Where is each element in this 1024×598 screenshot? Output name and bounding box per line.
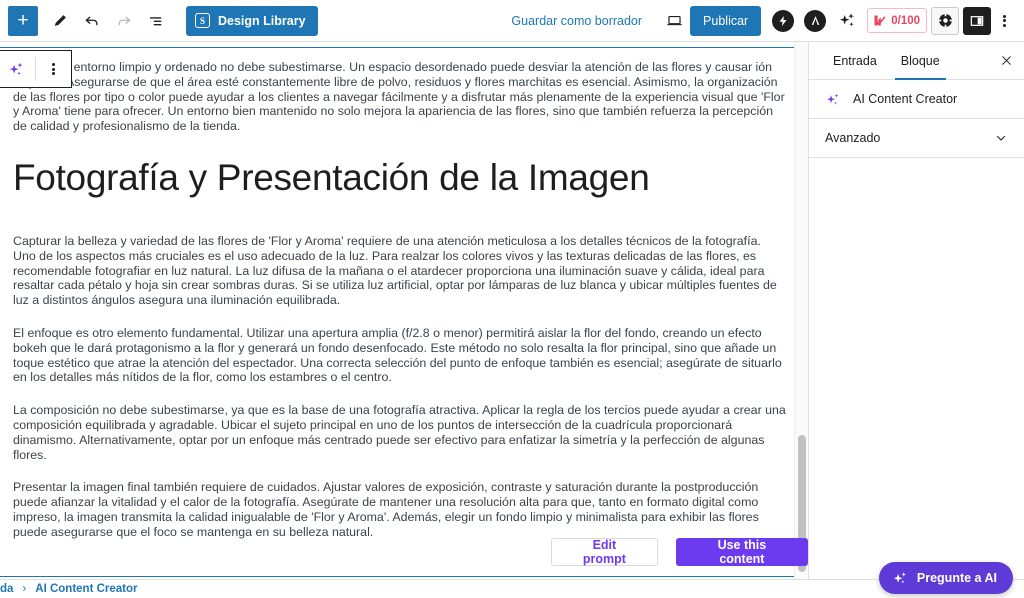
toggle-sidebar-button[interactable] <box>963 6 991 35</box>
tools-pencil-button[interactable] <box>44 5 76 37</box>
design-library-badge: S <box>195 13 210 28</box>
breadcrumb-item-1[interactable]: da <box>0 583 13 595</box>
tab-bloque[interactable]: Bloque <box>889 42 952 80</box>
editor-scrollbar[interactable] <box>794 42 808 579</box>
paragraph-focus[interactable]: El enfoque es otro elemento fundamental.… <box>13 326 787 385</box>
astra-button[interactable] <box>799 5 831 37</box>
add-block-button[interactable]: + <box>8 5 38 36</box>
astra-circle-icon <box>804 9 827 32</box>
edit-prompt-button[interactable]: Edit prompt <box>551 538 658 566</box>
editor-top-toolbar: + S Design Library Guardar como borrador… <box>0 0 1024 42</box>
save-draft-link[interactable]: Guardar como borrador <box>511 14 642 28</box>
settings-button[interactable] <box>931 6 959 35</box>
block-ai-icon-button[interactable] <box>0 51 35 87</box>
design-library-label: Design Library <box>218 13 306 28</box>
publish-button[interactable]: Publicar <box>690 5 762 36</box>
more-options-button[interactable] <box>991 6 1017 36</box>
kebab-icon <box>51 62 55 77</box>
paragraph-composition[interactable]: La composición no debe subestimarse, ya … <box>13 403 787 462</box>
pencil-icon <box>54 15 66 26</box>
ask-ai-label: Pregunte a AI <box>916 571 997 585</box>
gear-icon <box>937 13 953 28</box>
seo-check-icon <box>874 15 886 26</box>
sidebar-tabs: Entrada Bloque <box>809 42 1024 80</box>
block-more-options-button[interactable] <box>36 51 72 87</box>
undo-button[interactable] <box>76 5 108 37</box>
close-sidebar-button[interactable] <box>988 42 1024 79</box>
sparkles-icon <box>893 571 906 583</box>
list-view-button[interactable] <box>140 5 172 37</box>
seo-score-badge[interactable]: 0/100 <box>867 8 927 33</box>
redo-icon <box>118 16 131 25</box>
sidebar-advanced-panel[interactable]: Avanzado <box>809 119 1024 158</box>
toolbar-left-group: + S Design Library <box>0 5 318 37</box>
ask-ai-button[interactable]: Pregunte a AI <box>878 562 1013 594</box>
sparkles-icon <box>827 93 839 105</box>
editor-canvas: ncia de un entorno limpio y ordenado no … <box>0 42 808 579</box>
list-view-icon <box>150 16 162 25</box>
block-floating-toolbar <box>0 50 72 88</box>
design-library-button[interactable]: S Design Library <box>186 5 318 36</box>
sparkles-icon <box>9 62 23 75</box>
seo-score-value: 0/100 <box>891 14 920 27</box>
sidebar-panel-icon <box>970 15 984 26</box>
paragraph-presentation[interactable]: Presentar la imagen final también requie… <box>13 480 787 539</box>
ai-content-block[interactable]: ncia de un entorno limpio y ordenado no … <box>0 47 804 577</box>
lightning-circle-icon <box>772 9 795 32</box>
sparkles-icon <box>839 13 854 27</box>
block-content: ncia de un entorno limpio y ordenado no … <box>0 48 803 540</box>
page-heading[interactable]: Fotografía y Presentación de la Imagen <box>13 156 787 200</box>
preview-button[interactable] <box>658 5 690 37</box>
ai-block-actions: Edit prompt Use this content <box>551 538 808 566</box>
ai-sparkle-button[interactable] <box>831 5 863 37</box>
kebab-icon <box>1002 13 1006 28</box>
breadcrumb-item-2[interactable]: AI Content Creator <box>35 583 137 595</box>
close-icon <box>1001 56 1011 65</box>
tab-entrada[interactable]: Entrada <box>821 42 889 79</box>
breadcrumb-bar: da › AI Content Creator <box>0 579 1024 598</box>
sidebar-block-name: AI Content Creator <box>853 92 958 106</box>
settings-sidebar: Entrada Bloque AI Content Creator Avanza… <box>808 42 1024 579</box>
sidebar-advanced-label: Avanzado <box>825 131 881 145</box>
sidebar-block-name-row[interactable]: AI Content Creator <box>809 80 1024 119</box>
toolbar-right-group: Guardar como borrador Publicar 0/100 <box>511 5 1024 37</box>
chevron-down-icon <box>996 136 1006 141</box>
editor-page: + S Design Library Guardar como borrador… <box>0 0 1024 598</box>
undo-icon <box>85 16 98 25</box>
laptop-preview-icon <box>666 15 682 26</box>
plus-icon: + <box>17 10 29 31</box>
redo-button[interactable] <box>108 5 140 37</box>
jetpack-button[interactable] <box>767 5 799 37</box>
breadcrumb-separator: › <box>22 583 27 595</box>
use-this-content-button[interactable]: Use this content <box>675 538 808 566</box>
paragraph-intro[interactable]: ncia de un entorno limpio y ordenado no … <box>13 60 787 134</box>
paragraph-photography[interactable]: Capturar la belleza y variedad de las fl… <box>13 234 787 308</box>
